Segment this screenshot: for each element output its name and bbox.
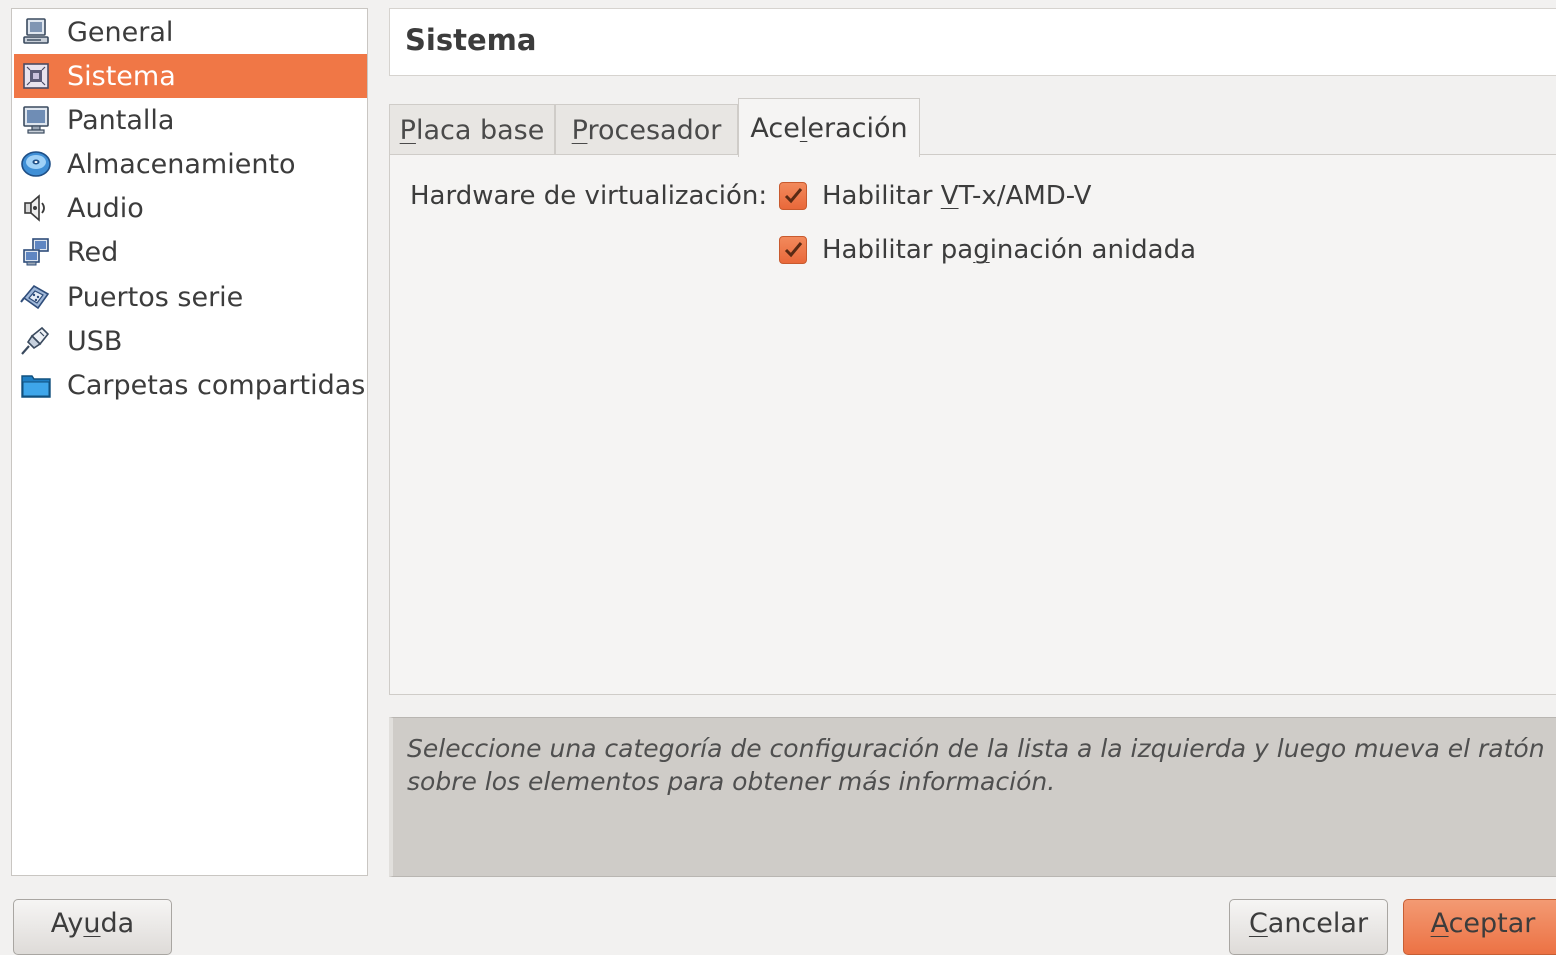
help-button-label: Ayuda (50, 908, 135, 939)
monitor-icon (20, 16, 52, 48)
speaker-icon (20, 192, 52, 224)
settings-category-list[interactable]: General Sistema Pantalla Almacenamiento … (11, 8, 368, 876)
cancel-button-label: Cancelar (1248, 908, 1369, 939)
sidebar-item-puertos-serie[interactable]: Puertos serie (14, 275, 367, 319)
sidebar-item-audio[interactable]: Audio (14, 186, 367, 230)
folder-icon (20, 369, 52, 401)
acceleration-panel: Hardware de virtualización: Habilitar VT… (389, 154, 1556, 695)
enable-vtx-amdv-label: Habilitar VT-x/AMD-V (822, 181, 1092, 211)
sidebar-item-almacenamiento[interactable]: Almacenamiento (14, 142, 367, 186)
sidebar-item-sistema[interactable]: Sistema (14, 54, 367, 98)
info-box: Seleccione una categoría de configuració… (389, 717, 1556, 877)
usb-icon (20, 325, 52, 357)
sidebar-item-label: USB (67, 325, 123, 357)
tab-label: Procesador (571, 114, 722, 146)
sidebar-item-label: Audio (67, 192, 144, 224)
tab-placa-base[interactable]: Placa base (389, 104, 555, 155)
sidebar-item-label: Almacenamiento (67, 148, 296, 180)
sidebar-item-label: Pantalla (67, 104, 175, 136)
network-icon (20, 236, 52, 268)
info-text: Seleccione una categoría de configuració… (407, 734, 1545, 796)
serial-port-icon (20, 281, 52, 313)
sidebar-item-pantalla[interactable]: Pantalla (14, 98, 367, 142)
chip-icon (20, 60, 52, 92)
accept-button[interactable]: Aceptar (1403, 899, 1556, 955)
sidebar-item-label: Carpetas compartidas (67, 369, 366, 401)
page-title: Sistema (405, 23, 537, 57)
accept-button-label: Aceptar (1430, 908, 1536, 939)
enable-nested-paging-label: Habilitar paginación anidada (822, 235, 1197, 265)
disc-icon (20, 148, 52, 180)
help-button[interactable]: Ayuda (13, 899, 172, 955)
sidebar-item-label: Sistema (67, 60, 176, 92)
enable-vtx-amdv-checkbox[interactable] (779, 182, 807, 210)
enable-nested-paging-checkbox[interactable] (779, 236, 807, 264)
enable-vtx-amdv-option[interactable]: Habilitar VT-x/AMD-V (779, 181, 1091, 211)
tab-procesador[interactable]: Procesador (555, 104, 738, 155)
sidebar-item-red[interactable]: Red (14, 230, 367, 274)
sidebar-item-general[interactable]: General (14, 10, 367, 54)
tab-aceleracion[interactable]: Aceleración (738, 98, 920, 157)
hardware-virtualization-label: Hardware de virtualización: (410, 181, 768, 211)
tab-label: Placa base (399, 114, 545, 146)
tab-label: Aceleración (750, 112, 908, 144)
sidebar-item-label: General (67, 16, 174, 48)
page-header: Sistema (389, 8, 1556, 76)
enable-nested-paging-option[interactable]: Habilitar paginación anidada (779, 235, 1196, 265)
sidebar-item-usb[interactable]: USB (14, 319, 367, 363)
sidebar-item-label: Red (67, 236, 119, 268)
check-icon (784, 242, 803, 258)
sidebar-item-label: Puertos serie (67, 281, 244, 313)
cancel-button[interactable]: Cancelar (1229, 899, 1388, 955)
display-icon (20, 104, 52, 136)
check-icon (784, 188, 803, 204)
sidebar-item-carpetas-compartidas[interactable]: Carpetas compartidas (14, 363, 367, 407)
